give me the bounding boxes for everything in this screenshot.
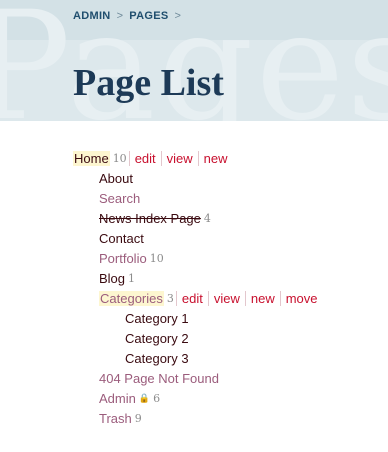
child-count: 10 <box>112 151 127 165</box>
row-actions: edit view new <box>128 150 233 166</box>
page-link[interactable]: News Index Page <box>99 211 201 226</box>
view-link[interactable]: view <box>160 150 198 166</box>
breadcrumb-admin[interactable]: ADMIN <box>73 10 111 22</box>
page-link[interactable]: Category 3 <box>125 351 189 366</box>
child-count: 9 <box>134 411 142 425</box>
tree-row: Trash 9 <box>73 408 373 428</box>
tree-row: Portfolio 10 <box>73 248 373 268</box>
tree-row: About <box>73 168 373 188</box>
tree-row: Categories 3 edit view new move <box>73 288 373 308</box>
tree-row: Search <box>73 188 373 208</box>
breadcrumb-pages[interactable]: PAGES <box>129 10 168 22</box>
page-link[interactable]: Admin <box>99 391 136 406</box>
page-header: Pages ADMIN > PAGES > Page List <box>0 0 388 121</box>
new-link[interactable]: new <box>197 150 233 166</box>
page-link[interactable]: Blog <box>99 271 125 286</box>
child-count: 3 <box>166 291 174 305</box>
lock-icon: 🔒 <box>138 392 151 403</box>
page-link[interactable]: About <box>99 171 133 186</box>
breadcrumb-separator: > <box>174 10 182 22</box>
move-link[interactable]: move <box>279 290 323 306</box>
tree-row: Contact <box>73 228 373 248</box>
child-count: 6 <box>153 391 161 405</box>
page-link[interactable]: Contact <box>99 231 144 246</box>
view-link[interactable]: view <box>207 290 245 306</box>
edit-link[interactable]: edit <box>175 290 208 306</box>
tree-row: Admin 🔒 6 <box>73 388 373 408</box>
row-actions: edit view new move <box>175 290 323 306</box>
tree-row: 404 Page Not Found <box>73 368 373 388</box>
page-link[interactable]: Categories <box>99 290 164 306</box>
edit-link[interactable]: edit <box>128 150 161 166</box>
tree-row: Home 10 edit view new <box>73 148 373 168</box>
child-count: 10 <box>149 251 164 265</box>
page-link[interactable]: Category 2 <box>125 331 189 346</box>
breadcrumb: ADMIN > PAGES > <box>73 10 181 22</box>
child-count: 4 <box>203 211 211 225</box>
tree-row: Category 1 <box>73 308 373 328</box>
page-link[interactable]: Search <box>99 191 140 206</box>
page-title: Page List <box>73 62 224 104</box>
page-tree: Home 10 edit view new About Search News Index P… <box>73 148 373 428</box>
page-link[interactable]: Trash <box>99 411 132 426</box>
page-link[interactable]: 404 Page Not Found <box>99 371 219 386</box>
new-link[interactable]: new <box>244 290 280 306</box>
page-link[interactable]: Portfolio <box>99 251 147 266</box>
tree-row: Blog 1 <box>73 268 373 288</box>
breadcrumb-separator: > <box>116 10 124 22</box>
tree-row: Category 2 <box>73 328 373 348</box>
child-count: 1 <box>128 271 136 285</box>
page-link[interactable]: Home <box>73 150 110 166</box>
page-link[interactable]: Category 1 <box>125 311 189 326</box>
tree-row: News Index Page 4 <box>73 208 373 228</box>
tree-row: Category 3 <box>73 348 373 368</box>
